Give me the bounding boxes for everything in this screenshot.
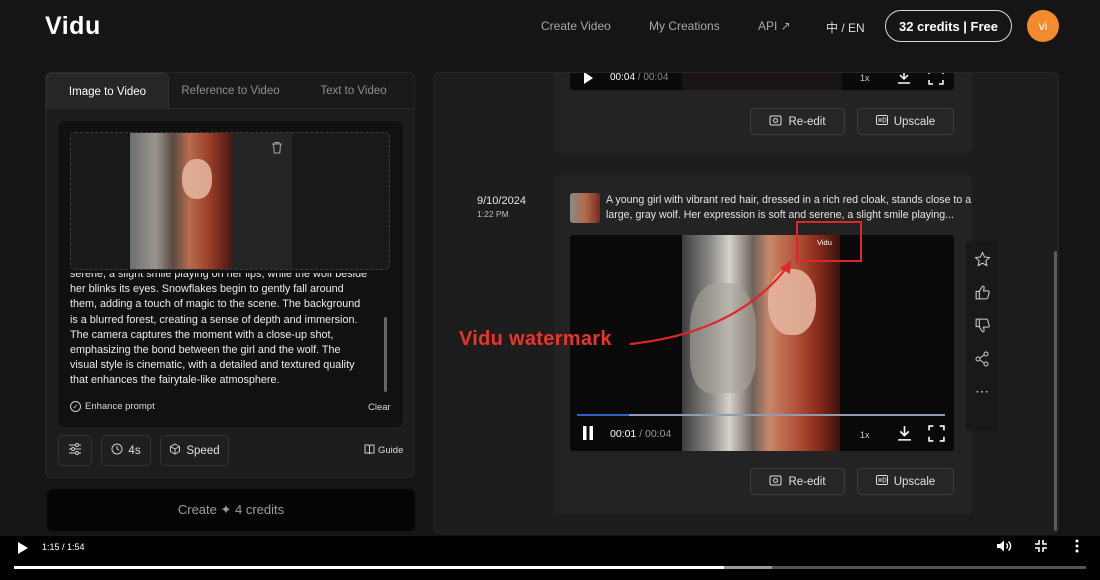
tutorial-video-controls: 1:15 / 1:54 <box>0 536 1100 580</box>
reedit-button[interactable]: Re-edit <box>750 468 845 495</box>
cube-icon <box>169 443 181 458</box>
vidu-app: Vidu Create Video My Creations API ↗ 中 /… <box>0 0 1100 536</box>
creation-date: 9/10/2024 <box>477 195 526 207</box>
guide-label: Guide <box>378 445 404 456</box>
pause-icon[interactable] <box>582 426 594 443</box>
credits-button[interactable]: 32 credits | Free <box>885 10 1012 42</box>
prev-video-time: 00:04 / 00:04 <box>610 72 669 83</box>
speed-button[interactable]: Speed <box>160 435 229 466</box>
prompt-scrollbar[interactable] <box>384 317 387 392</box>
annotation-arrow <box>629 261 791 346</box>
nav-my-creations[interactable]: My Creations <box>649 19 720 33</box>
hd-icon <box>875 475 888 488</box>
guide-link[interactable]: Guide <box>364 444 403 457</box>
reedit-label: Re-edit <box>788 115 826 128</box>
play-icon[interactable] <box>584 73 593 84</box>
play-icon[interactable] <box>18 542 28 554</box>
create-button[interactable]: Create ✦ 4 credits <box>47 489 415 531</box>
more-options-icon[interactable]: ⋯ <box>966 383 998 400</box>
creation-thumbnail <box>570 193 600 223</box>
upscale-label: Upscale <box>893 475 936 488</box>
creation-time: 1:22 PM <box>477 209 509 219</box>
video-time: 00:01 / 00:04 <box>610 428 672 440</box>
upscale-button[interactable]: Upscale <box>857 468 954 495</box>
vidu-logo[interactable]: Vidu <box>45 12 101 41</box>
input-card: serene, a slight smile playing on her li… <box>58 121 403 427</box>
hd-icon <box>875 115 888 128</box>
duration-button[interactable]: 4s <box>101 435 151 466</box>
video-progress-fill <box>577 414 629 416</box>
duration-label: 4s <box>128 444 141 457</box>
reedit-label: Re-edit <box>788 475 826 488</box>
feed-scrollbar[interactable] <box>1054 251 1057 531</box>
reedit-button-top[interactable]: Re-edit <box>750 108 845 135</box>
trash-icon[interactable] <box>271 141 285 155</box>
creation-actions: ⋯ <box>966 241 998 431</box>
creation-description: A young girl with vibrant red hair, dres… <box>606 194 972 221</box>
enhance-prompt-label: Enhance prompt <box>85 401 155 412</box>
playback-speed[interactable]: 1x <box>860 430 870 440</box>
user-avatar[interactable]: vi <box>1027 10 1059 42</box>
clear-button[interactable]: Clear <box>368 402 391 413</box>
speed-label: Speed <box>186 444 220 457</box>
download-icon[interactable] <box>896 425 913 445</box>
tab-reference-to-video[interactable]: Reference to Video <box>169 73 292 109</box>
share-icon[interactable] <box>966 351 998 372</box>
prev-video-speed[interactable]: 1x <box>860 73 870 83</box>
thumbs-up-icon[interactable] <box>966 284 998 306</box>
upscale-label: Upscale <box>893 115 936 128</box>
generation-panel: Image to Video Reference to Video Text t… <box>45 72 415 478</box>
tab-text-to-video[interactable]: Text to Video <box>292 73 414 109</box>
image-upload-area[interactable] <box>70 132 390 270</box>
check-circle-icon: ✓ <box>70 401 81 412</box>
tab-image-to-video[interactable]: Image to Video <box>46 73 169 109</box>
watermark-highlight-box <box>796 221 862 262</box>
fullscreen-icon[interactable] <box>928 73 944 88</box>
camera-edit-icon <box>769 115 782 129</box>
mode-tabs: Image to Video Reference to Video Text t… <box>46 73 414 109</box>
watermark-annotation-label: Vidu watermark <box>459 328 612 350</box>
prompt-textarea[interactable]: serene, a slight smile playing on her li… <box>70 273 370 395</box>
uploaded-image <box>130 133 232 269</box>
language-switch[interactable]: 中 / EN <box>826 19 865 36</box>
camera-edit-icon <box>769 475 782 489</box>
sliders-icon <box>68 443 82 458</box>
more-vertical-icon[interactable] <box>1074 539 1080 556</box>
nav-create-video[interactable]: Create Video <box>541 19 611 33</box>
nav-api[interactable]: API ↗ <box>758 19 791 33</box>
tutorial-time: 1:15 / 1:54 <box>42 542 85 552</box>
settings-button[interactable] <box>58 435 92 466</box>
tutorial-progress-bar[interactable] <box>14 566 1086 569</box>
thumbs-down-icon[interactable] <box>966 317 998 339</box>
upscale-button-top[interactable]: Upscale <box>857 108 954 135</box>
star-icon[interactable] <box>966 251 998 273</box>
exit-fullscreen-icon[interactable] <box>1034 539 1048 556</box>
previous-video-player[interactable]: 00:04 / 00:04 1x <box>570 72 954 90</box>
download-icon[interactable] <box>896 73 912 88</box>
prompt-text: serene, a slight smile playing on her li… <box>70 273 368 387</box>
enhance-prompt-toggle[interactable]: ✓ Enhance prompt <box>70 401 155 412</box>
fullscreen-icon[interactable] <box>928 425 945 445</box>
video-progress-bar[interactable] <box>577 414 945 416</box>
book-icon <box>364 444 375 457</box>
volume-icon[interactable] <box>996 539 1012 556</box>
clock-icon <box>111 443 123 458</box>
tutorial-progress-fill <box>14 566 724 569</box>
